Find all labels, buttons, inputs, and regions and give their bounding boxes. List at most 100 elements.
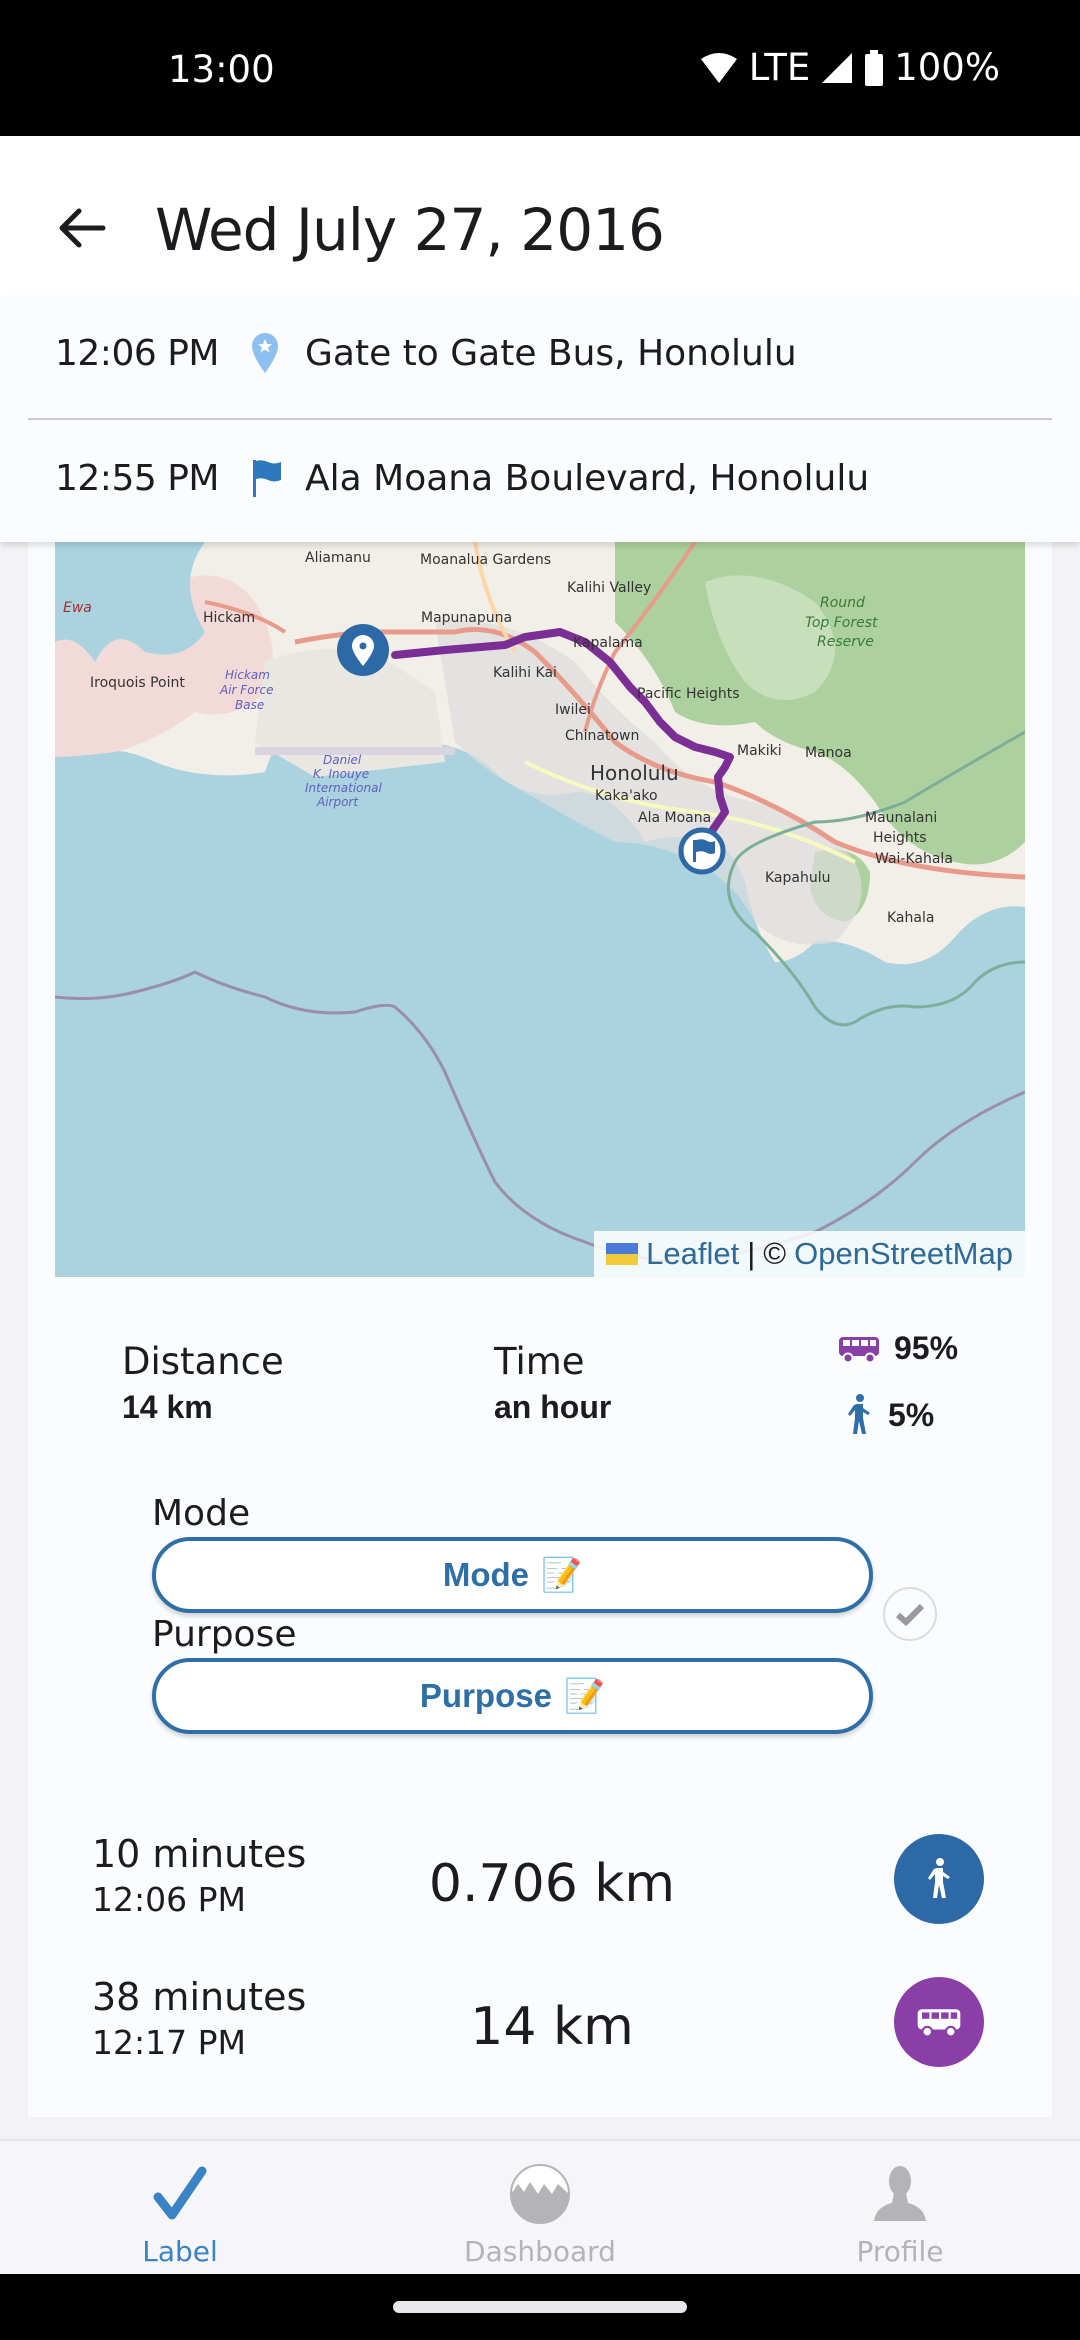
attribution-separator: |: [747, 1236, 756, 1271]
arrow-left-icon: [59, 208, 106, 248]
walk-icon: [928, 1858, 950, 1898]
profile-icon: [874, 2166, 926, 2221]
nav-tab-dashboard-text: Dashboard: [464, 2235, 616, 2268]
map-label-top-forest: Top Forest: [805, 615, 878, 631]
checkmark-icon: [153, 2166, 207, 2220]
purpose-button[interactable]: Purpose 📝: [152, 1658, 873, 1734]
map-label-base: Base: [235, 698, 264, 712]
walk-percent: 5%: [888, 1396, 935, 1433]
section-start-time: 12:06 PM: [92, 1880, 246, 1919]
section-mode-bus: [894, 1977, 984, 2067]
map-label-international: International: [305, 781, 382, 795]
map-label-iwilei: Iwilei: [555, 702, 591, 718]
map-label-moanalua-gardens: Moanalua Gardens: [420, 552, 551, 568]
start-place: Gate to Gate Bus, Honolulu: [305, 332, 797, 374]
bus-icon: [917, 2009, 961, 2038]
signal-icon: [822, 52, 853, 83]
section-start-time: 12:17 PM: [92, 2023, 246, 2062]
bus-icon: [839, 1336, 879, 1363]
flag-icon: [253, 460, 281, 497]
edit-memo-icon: 📝: [563, 1676, 606, 1714]
bottom-nav: Label Dashboard Profile: [0, 2139, 1080, 2274]
home-handle[interactable]: [393, 2301, 687, 2313]
map-label-daniel: Daniel: [323, 753, 362, 767]
section-duration: 10 minutes: [92, 1832, 307, 1876]
map-label-hickam-afb: Hickam: [225, 668, 270, 682]
battery-icon: [865, 49, 884, 86]
map-label-kalihi-kai: Kalihi Kai: [493, 665, 557, 681]
map-label-mapunapuna: Mapunapuna: [421, 610, 512, 626]
section-row: 10 minutes 12:06 PM 0.706 km: [92, 1832, 992, 1932]
map-label-aliamanu: Aliamanu: [305, 550, 371, 566]
mode-button[interactable]: Mode 📝: [152, 1537, 873, 1613]
time-label: Time: [494, 1340, 585, 1383]
map-label-manoa: Manoa: [805, 745, 852, 761]
map-label-kalihi-valley: Kalihi Valley: [567, 580, 651, 596]
map-label-hickam: Hickam: [203, 610, 255, 626]
map-label-round-top: Round: [820, 595, 865, 611]
verify-button[interactable]: [883, 1587, 937, 1641]
start-time: 12:06 PM: [55, 332, 219, 374]
trip-start: 12:06 PM Gate to Gate Bus, Honolulu: [55, 323, 797, 383]
osm-link[interactable]: OpenStreetMap: [794, 1236, 1013, 1272]
checkmark-icon: [896, 1603, 925, 1627]
time-value: an hour: [494, 1389, 612, 1425]
status-bar: 13:00 LTE 100%: [0, 0, 1080, 136]
map-attribution: Leaflet | © OpenStreetMap: [594, 1231, 1025, 1277]
nav-tab-profile-text: Profile: [856, 2235, 944, 2268]
map-label-airport: Airport: [316, 795, 359, 809]
map-label-pacific-heights: Pacific Heights: [637, 686, 740, 702]
section-row: 38 minutes 12:17 PM 14 km: [92, 1975, 992, 2075]
start-pin-icon: [252, 333, 278, 373]
nav-tab-label[interactable]: Label: [80, 2141, 280, 2276]
time-summary: Time an hour: [494, 1340, 611, 1426]
start-marker[interactable]: [337, 624, 389, 676]
end-time: 12:55 PM: [55, 457, 219, 499]
map-canvas: Aliamanu Moanalua Gardens Kalihi Valley …: [55, 542, 1025, 1277]
map-label-iroquois-point: Iroquois Point: [90, 675, 185, 691]
wifi-icon: [700, 52, 737, 83]
nav-tab-label-text: Label: [142, 2235, 218, 2268]
status-icons: LTE 100%: [699, 46, 1000, 89]
copyright-symbol: ©: [763, 1236, 787, 1271]
distance-value: 14 km: [122, 1389, 213, 1425]
edit-memo-icon: 📝: [541, 1555, 583, 1593]
map-label-chinatown: Chinatown: [565, 728, 639, 744]
section-mode-walk: [894, 1834, 984, 1924]
network-type: LTE: [748, 46, 811, 89]
map-label-kakaako: Kaka'ako: [595, 788, 658, 804]
back-button[interactable]: [50, 196, 114, 260]
map-label-honolulu: Honolulu: [590, 761, 679, 785]
purpose-button-label: Purpose: [419, 1677, 552, 1714]
map-label-wai-kahala: Wai-Kahala: [875, 851, 953, 867]
map-label-makiki: Makiki: [737, 743, 782, 759]
dashboard-icon: [510, 2164, 570, 2224]
map-label-ewa: Ewa: [63, 600, 92, 616]
mode-share-bus: 95%: [838, 1330, 958, 1367]
walk-icon: [848, 1394, 870, 1434]
distance-summary: Distance 14 km: [122, 1340, 284, 1426]
map-label-kapalama: Kapalama: [573, 635, 643, 651]
bus-percent: 95%: [894, 1330, 959, 1366]
mode-button-label: Mode: [442, 1556, 530, 1593]
system-nav-bar: [0, 2274, 1080, 2340]
end-place: Ala Moana Boulevard, Honolulu: [305, 457, 870, 499]
purpose-label: Purpose: [152, 1614, 297, 1655]
trip-end: 12:55 PM Ala Moana Boulevard, Honolulu: [55, 448, 869, 508]
status-time: 13:00: [168, 48, 275, 91]
page-title: Wed July 27, 2016: [155, 196, 665, 264]
nav-tab-dashboard[interactable]: Dashboard: [440, 2141, 640, 2276]
map-label-reserve: Reserve: [817, 634, 874, 650]
trip-map[interactable]: Aliamanu Moanalua Gardens Kalihi Valley …: [55, 542, 1025, 1277]
mode-label: Mode: [152, 1493, 251, 1534]
section-distance: 0.706 km: [428, 1854, 676, 1914]
trip-endpoints: 12:06 PM Gate to Gate Bus, Honolulu 12:5…: [0, 296, 1080, 542]
nav-tab-profile[interactable]: Profile: [800, 2141, 1000, 2276]
mode-share-walk: 5%: [844, 1394, 934, 1436]
map-label-kapahulu: Kapahulu: [765, 870, 831, 886]
map-label-heights: Heights: [873, 830, 927, 846]
distance-label: Distance: [122, 1340, 284, 1383]
end-marker[interactable]: [678, 827, 726, 875]
endpoint-divider: [28, 418, 1052, 420]
leaflet-link[interactable]: Leaflet: [646, 1236, 739, 1272]
